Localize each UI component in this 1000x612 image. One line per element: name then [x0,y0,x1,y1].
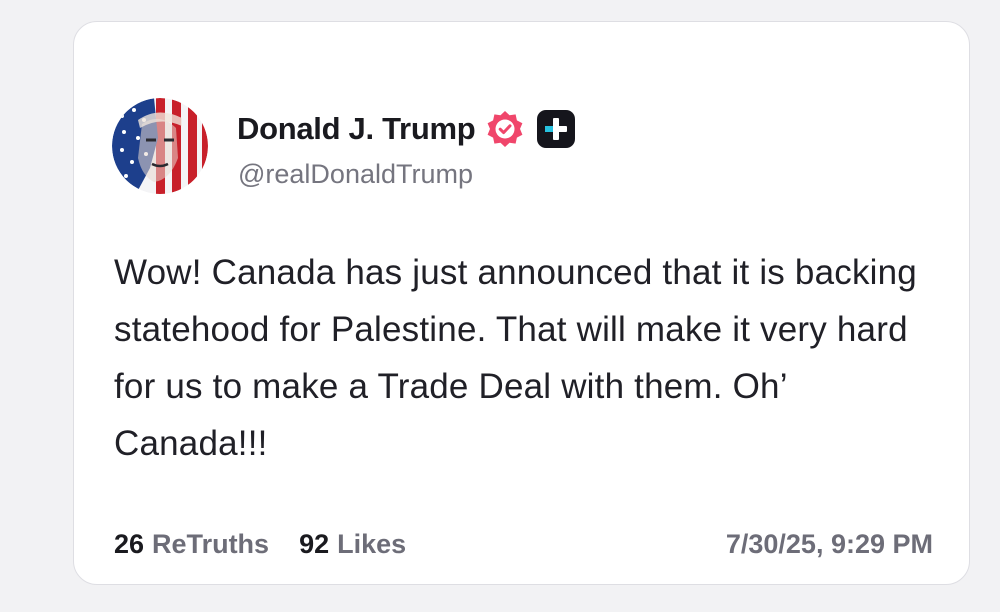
author-display-name[interactable]: Donald J. Trump [237,111,476,147]
likes-stat[interactable]: 92 Likes [299,529,406,560]
post-timestamp[interactable]: 7/30/25, 9:29 PM [726,529,933,560]
author-handle[interactable]: @realDonaldTrump [238,159,473,190]
retruths-label: ReTruths [152,528,270,559]
likes-label: Likes [337,528,407,559]
verified-badge-icon [487,111,523,147]
avatar-image [112,98,208,194]
retruths-stat[interactable]: 26 ReTruths [114,529,269,560]
post-text: Wow! Canada has just announced that it i… [114,253,917,463]
post-card: Donald J. Trump @realDonaldTrump Wow! Ca… [73,21,970,585]
truth-plus-icon [537,110,576,148]
avatar[interactable] [112,98,208,194]
likes-count: 92 [299,528,330,559]
retruths-count: 26 [114,528,145,559]
post-footer: 26 ReTruths 92 Likes 7/30/25, 9:29 PM [114,524,933,564]
author-name-row: Donald J. Trump [237,108,577,150]
